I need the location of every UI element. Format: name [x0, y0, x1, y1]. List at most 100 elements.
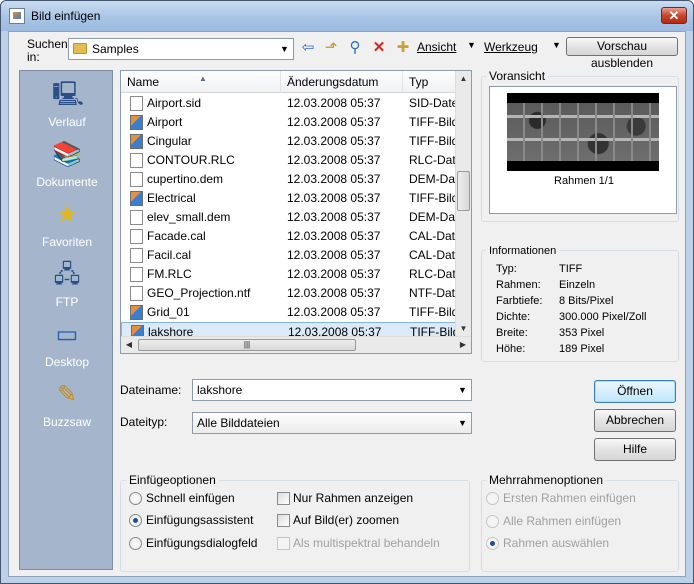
file-row[interactable]: Facil.cal 12.03.2008 05:37 CAL-Datei	[121, 246, 457, 265]
scroll-up-icon[interactable]: ▲	[456, 71, 471, 87]
place-favorites[interactable]: ★ Favoriten	[20, 199, 114, 259]
new-folder-icon[interactable]: ✚	[394, 39, 412, 57]
place-desktop[interactable]: ▭ Desktop	[20, 319, 114, 379]
file-row[interactable]: GEO_Projection.ntf 12.03.2008 05:37 NTF-Da…	[121, 284, 457, 303]
delete-icon[interactable]: ✕	[370, 39, 388, 57]
hide-preview-button[interactable]: Vorschau ausblenden	[566, 37, 678, 70]
place-ftp[interactable]: 🖧 FTP	[20, 259, 114, 319]
tools-dropdown-icon[interactable]: ▼	[552, 40, 561, 50]
dialog-client: Suchen in: Samples ▼ ⇦ ⬏ ⚲ ✕ ✚ Ansicht ▼…	[8, 31, 686, 577]
filename-input[interactable]: lakshore ▼	[192, 379, 472, 401]
file-row[interactable]: Airport.sid 12.03.2008 05:37 SID-Datei	[121, 94, 457, 113]
zoom-to-image-label: Auf Bild(er) zoomen	[293, 513, 400, 527]
file-row[interactable]: Airport 12.03.2008 05:37 TIFF-Bild	[121, 113, 457, 132]
file-row[interactable]: elev_small.dem 12.03.2008 05:37 DEM-Datei	[121, 208, 457, 227]
file-type: TIFF-Bild	[409, 305, 457, 319]
file-icon	[130, 229, 143, 244]
tools-menu[interactable]: Werkzeug	[484, 40, 538, 54]
file-row[interactable]: Electrical 12.03.2008 05:37 TIFF-Bild	[121, 189, 457, 208]
filename-label: Dateiname:	[120, 383, 182, 397]
search-icon[interactable]: ⚲	[346, 39, 364, 57]
insert-wizard-label: Einfügungsassistent	[146, 513, 254, 527]
info-title: Informationen	[486, 245, 560, 257]
favorites-icon: ★	[56, 201, 78, 228]
lookin-dropdown[interactable]: Samples ▼	[68, 38, 294, 60]
radio-insert-wizard[interactable]	[129, 514, 142, 527]
file-type: DEM-Datei	[409, 210, 457, 224]
chevron-down-icon[interactable]: ▼	[454, 413, 471, 433]
all-frames-label: Alle Rahmen einfügen	[503, 514, 622, 528]
column-date[interactable]: Änderungsdatum	[281, 71, 403, 93]
scroll-left-icon[interactable]: ◀	[121, 337, 137, 353]
vertical-scrollbar[interactable]: ▲ ▼	[455, 71, 471, 337]
place-history[interactable]: 🖳 Verlauf	[20, 79, 114, 139]
file-type: CAL-Datei	[409, 229, 457, 243]
file-name: CONTOUR.RLC	[147, 153, 235, 167]
scroll-down-icon[interactable]: ▼	[456, 321, 471, 337]
checkbox-zoom-to-image[interactable]	[277, 514, 290, 527]
column-type[interactable]: Typ	[403, 71, 457, 93]
place-label: Buzzsaw	[42, 415, 92, 429]
lookin-value: Samples	[92, 42, 139, 56]
checkbox-multispectral[interactable]	[277, 537, 290, 550]
frames-only-label: Nur Rahmen anzeigen	[293, 491, 414, 505]
radio-quick-insert[interactable]	[129, 492, 142, 505]
place-buzzsaw[interactable]: ✎ Buzzsaw	[20, 379, 114, 439]
cancel-button[interactable]: Abbrechen	[594, 409, 676, 432]
place-documents[interactable]: 📚 Dokumente	[20, 139, 114, 199]
file-date: 12.03.2008 05:37	[287, 286, 381, 300]
file-date: 12.03.2008 05:37	[287, 96, 381, 110]
image-file-icon	[130, 305, 143, 320]
radio-all-frames[interactable]	[486, 515, 499, 528]
file-icon	[130, 286, 143, 301]
up-folder-icon[interactable]: ⬏	[322, 39, 340, 57]
file-list[interactable]: Name ▲ Änderungsdatum Typ Airport.sid 12.0…	[120, 70, 472, 354]
file-name: Electrical	[147, 191, 196, 205]
radio-first-frame[interactable]	[486, 492, 499, 505]
file-name: FM.RLC	[147, 267, 192, 281]
file-date: 12.03.2008 05:37	[287, 210, 381, 224]
file-type: RLC-Datei	[409, 267, 457, 281]
insert-options-title: Einfügeoptionen	[126, 473, 219, 487]
file-row[interactable]: Grid_01 12.03.2008 05:37 TIFF-Bild	[121, 303, 457, 322]
file-row[interactable]: CONTOUR.RLC 12.03.2008 05:37 RLC-Datei	[121, 151, 457, 170]
file-type: NTF-Datei	[409, 286, 457, 300]
scroll-thumb[interactable]	[457, 171, 470, 211]
chevron-down-icon[interactable]: ▼	[454, 380, 471, 400]
insert-image-dialog: Bild einfügen ✕ Suchen in: Samples ▼ ⇦ ⬏…	[0, 0, 694, 584]
file-date: 12.03.2008 05:37	[287, 229, 381, 243]
first-frame-label: Ersten Rahmen einfügen	[503, 491, 636, 505]
file-row[interactable]: cupertino.dem 12.03.2008 05:37 DEM-Datei	[121, 170, 457, 189]
view-dropdown-icon[interactable]: ▼	[467, 40, 476, 50]
file-name: elev_small.dem	[147, 210, 231, 224]
file-date: 12.03.2008 05:37	[287, 134, 381, 148]
place-label: Verlauf	[48, 115, 86, 129]
file-date: 12.03.2008 05:37	[287, 267, 381, 281]
image-file-icon	[130, 134, 143, 149]
column-name[interactable]: Name ▲	[121, 71, 281, 93]
view-menu[interactable]: Ansicht	[417, 40, 456, 54]
file-row[interactable]: Cingular 12.03.2008 05:37 TIFF-Bild	[121, 132, 457, 151]
radio-select-frames[interactable]	[486, 537, 499, 550]
open-button[interactable]: Öffnen	[594, 380, 676, 403]
place-label: Favoriten	[41, 235, 93, 249]
help-button[interactable]: Hilfe	[594, 438, 676, 461]
close-button[interactable]: ✕	[661, 7, 687, 24]
select-frames-label: Rahmen auswählen	[503, 536, 610, 550]
back-arrow-icon[interactable]: ⇦	[299, 39, 317, 57]
file-name: Airport	[147, 115, 183, 129]
file-name: Airport.sid	[147, 96, 202, 110]
multispectral-label: Als multispektral behandeln	[293, 536, 440, 550]
file-row[interactable]: Facade.cal 12.03.2008 05:37 CAL-Datei	[121, 227, 457, 246]
checkbox-frames-only[interactable]	[277, 492, 290, 505]
scroll-thumb-horizontal[interactable]: |||	[138, 339, 356, 351]
filetype-dropdown[interactable]: Alle Bilddateien ▼	[192, 412, 472, 434]
history-icon: 🖳	[52, 81, 85, 108]
horizontal-scrollbar[interactable]: ◀ ||| ▶	[121, 336, 471, 353]
title-bar[interactable]: Bild einfügen ✕	[1, 1, 693, 31]
chevron-down-icon: ▼	[280, 44, 289, 54]
buzzsaw-icon: ✎	[56, 381, 78, 408]
scroll-right-icon[interactable]: ▶	[455, 337, 471, 353]
file-row[interactable]: FM.RLC 12.03.2008 05:37 RLC-Datei	[121, 265, 457, 284]
radio-insert-dialog[interactable]	[129, 537, 142, 550]
